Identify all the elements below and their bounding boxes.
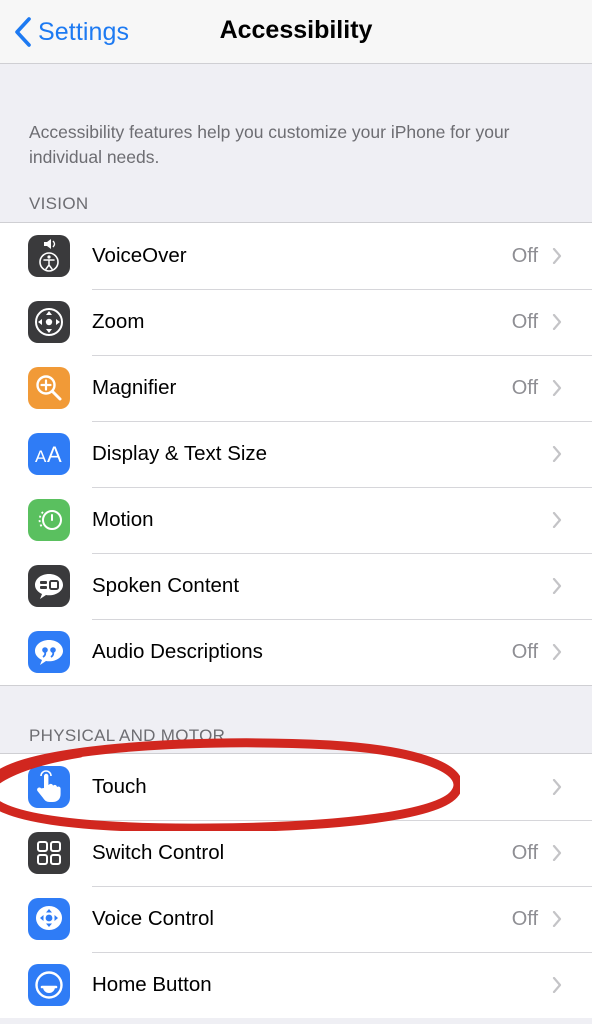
page-title: Accessibility [219, 16, 373, 44]
row-value: Off [511, 310, 538, 333]
home-button-icon [28, 964, 70, 1006]
row-motion[interactable]: Motion [0, 487, 592, 553]
chevron-right-icon [552, 313, 562, 335]
row-switch-control[interactable]: Switch Control Off [0, 820, 592, 886]
row-value: Off [511, 907, 538, 930]
intro-text: Accessibility features help you customiz… [29, 122, 510, 167]
row-zoom[interactable]: Zoom Off [0, 289, 592, 355]
chevron-right-icon [552, 976, 562, 998]
row-label: Spoken Content [92, 574, 240, 597]
row-label: Home Button [92, 973, 212, 996]
motion-icon [28, 499, 70, 541]
row-label: Touch [92, 775, 147, 798]
row-label: Voice Control [92, 907, 214, 930]
row-label: Motion [92, 508, 154, 531]
svg-text:A: A [35, 447, 47, 466]
row-value: Off [511, 244, 538, 267]
audio-descriptions-icon [28, 631, 70, 673]
voiceover-icon [28, 235, 70, 277]
row-value: Off [511, 640, 538, 663]
row-label: Display & Text Size [92, 442, 268, 465]
chevron-right-icon [552, 379, 562, 401]
zoom-icon [28, 301, 70, 343]
row-value: Off [511, 841, 538, 864]
row-audio-descriptions[interactable]: Audio Descriptions Off [0, 619, 592, 685]
row-label: Zoom [92, 310, 145, 333]
chevron-right-icon [552, 643, 562, 665]
chevron-right-icon [552, 445, 562, 467]
navigation-bar: Settings Accessibility [0, 0, 592, 64]
chevron-right-icon [552, 844, 562, 866]
row-value: Off [511, 376, 538, 399]
row-voiceover[interactable]: VoiceOver Off [0, 223, 592, 289]
chevron-right-icon [552, 778, 562, 800]
row-magnifier[interactable]: Magnifier Off [0, 355, 592, 421]
row-label: VoiceOver [92, 244, 187, 267]
chevron-right-icon [552, 247, 562, 269]
chevron-right-icon [552, 577, 562, 599]
row-display-text-size[interactable]: A A Display & Text Size [0, 421, 592, 487]
section-header-physical-and-motor: PHYSICAL AND MOTOR [29, 726, 226, 745]
vision-group: VoiceOver Off Zoom Off Magnifier Off A A… [0, 222, 592, 686]
spoken-content-icon [28, 565, 70, 607]
accessibility-screen: Settings Accessibility Accessibility fea… [0, 0, 592, 1024]
svg-text:A: A [47, 442, 62, 467]
row-label: Audio Descriptions [92, 640, 263, 663]
row-home-button[interactable]: Home Button [0, 952, 592, 1018]
section-header-vision: VISION [29, 194, 89, 213]
row-voice-control[interactable]: Voice Control Off [0, 886, 592, 952]
display-text-size-icon: A A [28, 433, 70, 475]
physical-motor-group: Touch Switch Control Off Voice Control O… [0, 753, 592, 1018]
row-label: Switch Control [92, 841, 225, 864]
magnifier-icon [28, 367, 70, 409]
chevron-right-icon [552, 511, 562, 533]
row-label: Magnifier [92, 376, 177, 399]
switch-control-icon [28, 832, 70, 874]
row-spoken-content[interactable]: Spoken Content [0, 553, 592, 619]
touch-icon [28, 766, 70, 808]
voice-control-icon [28, 898, 70, 940]
chevron-right-icon [552, 910, 562, 932]
row-touch[interactable]: Touch [0, 754, 592, 820]
